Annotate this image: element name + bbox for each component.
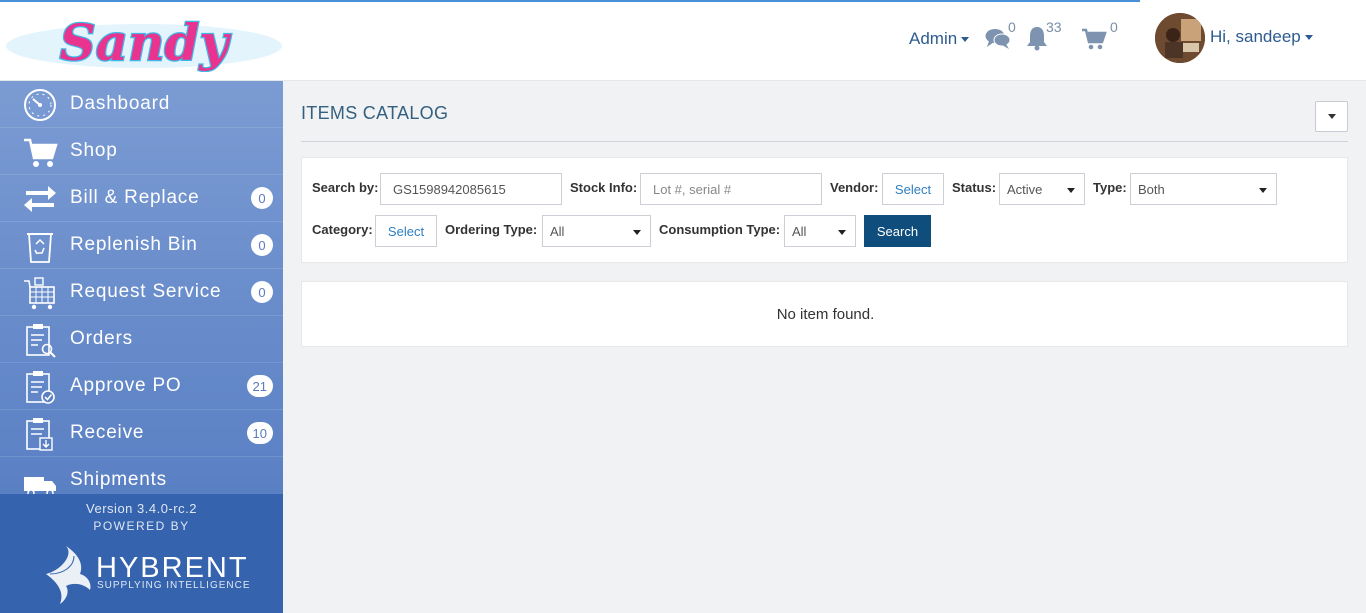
count-badge: 10 [246,422,273,444]
logo-text: Sandy [60,16,232,72]
recycle-bin-icon [27,233,53,263]
sidebar-item-label: Shop [70,140,118,161]
consumption-type-label: Consumption Type: [659,222,781,237]
powered-by-label: POWERED BY [93,519,190,533]
sidebar-item-shipments[interactable]: Shipments [0,457,283,494]
stock-info-input[interactable]: Lot #, serial # [640,173,822,205]
dashboard-gauge-icon [24,89,56,121]
chevron-down-icon [961,37,970,43]
category-select-button[interactable]: Select [375,215,437,247]
clipboard-download-icon [26,418,53,451]
count-badge: 0 [251,234,273,256]
type-value: Both [1138,181,1165,197]
chevron-down-icon [1067,188,1075,193]
consumption-type-value: All [792,223,807,239]
search-by-label: Search by: [312,180,379,195]
sidebar-item-label: Replenish Bin [70,234,198,255]
status-label: Status: [952,180,997,195]
sidebar-item-dashboard[interactable]: Dashboard [0,81,283,128]
category-label: Category: [312,222,373,237]
sidebar-item-receive[interactable]: Receive 10 [0,410,283,457]
loading-bar [0,0,1140,2]
status-select[interactable]: Active [999,173,1085,205]
sidebar-item-approve-po[interactable]: Approve PO 21 [0,363,283,410]
sidebar-item-label: Shipments [70,469,167,490]
chevron-down-icon [1327,114,1336,119]
sandy-logo[interactable]: Sandy [4,16,284,72]
user-greeting: Hi, sandeep [1210,27,1301,46]
consumption-type-select[interactable]: All [784,215,856,247]
ordering-type-select[interactable]: All [542,215,651,247]
sidebar-item-shop[interactable]: Shop [0,128,283,175]
user-avatar[interactable] [1155,13,1205,63]
title-divider [301,141,1348,142]
ordering-type-value: All [550,223,565,239]
top-header: Sandy Admin 0 33 0 Hi, sandeep [0,0,1366,81]
notifications-count: 33 [1046,19,1062,35]
results-panel: No item found. [301,281,1348,347]
truck-icon [24,477,56,494]
search-by-input[interactable]: GS1598942085615 [380,173,562,205]
admin-label: Admin [909,29,958,48]
sidebar: Dashboard Shop Bill & Replace 0 Replenis… [0,81,283,494]
avatar-photo [1155,13,1205,63]
stock-info-label: Stock Info: [570,180,638,195]
brand-tagline: SUPPLYING INTELLIGENCE [97,580,251,591]
sidebar-item-label: Orders [70,328,133,349]
sidebar-item-request-service[interactable]: Request Service 0 [0,269,283,316]
sidebar-item-label: Bill & Replace [70,187,200,208]
sidebar-item-bill-replace[interactable]: Bill & Replace 0 [0,175,283,222]
sidebar-item-label: Request Service [70,281,222,302]
sidebar-item-label: Approve PO [70,375,182,396]
sidebar-item-label: Receive [70,422,145,443]
count-badge: 0 [251,281,273,303]
empty-state-message: No item found. [776,306,875,323]
ordering-type-label: Ordering Type: [445,222,538,237]
cart-count: 0 [1110,19,1118,35]
cart-icon[interactable] [1081,28,1107,50]
app-version: Version 3.4.0-rc.2 [86,501,197,516]
count-badge: 0 [251,187,273,209]
chevron-down-icon [633,230,641,235]
exchange-arrows-icon [24,186,56,212]
chevron-down-icon [1259,188,1267,193]
clipboard-search-icon [26,324,56,358]
chevron-down-icon [838,230,846,235]
clipboard-check-icon [26,371,55,404]
search-button[interactable]: Search [864,215,931,247]
page-title: ITEMS CATALOG [301,103,449,123]
count-badge: 21 [246,375,273,397]
user-menu[interactable]: Hi, sandeep [1210,27,1313,47]
shopping-cart-icon [24,138,58,167]
sidebar-item-replenish-bin[interactable]: Replenish Bin 0 [0,222,283,269]
messages-count: 0 [1008,19,1016,35]
status-value: Active [1007,181,1043,197]
type-select[interactable]: Both [1130,173,1277,205]
filter-panel: Search by: GS1598942085615 Stock Info: L… [301,157,1348,263]
type-label: Type: [1093,180,1127,195]
vendor-select-button[interactable]: Select [882,173,944,205]
chevron-down-icon [1304,35,1313,41]
vendor-label: Vendor: [830,180,879,195]
service-cart-icon [24,277,55,310]
sidebar-item-orders[interactable]: Orders [0,316,283,363]
sidebar-item-label: Dashboard [70,93,171,114]
sidebar-footer: Version 3.4.0-rc.2 POWERED BY HYBRENT SU… [0,494,283,613]
options-dropdown-button[interactable] [1315,101,1348,132]
admin-menu[interactable]: Admin [909,29,970,49]
